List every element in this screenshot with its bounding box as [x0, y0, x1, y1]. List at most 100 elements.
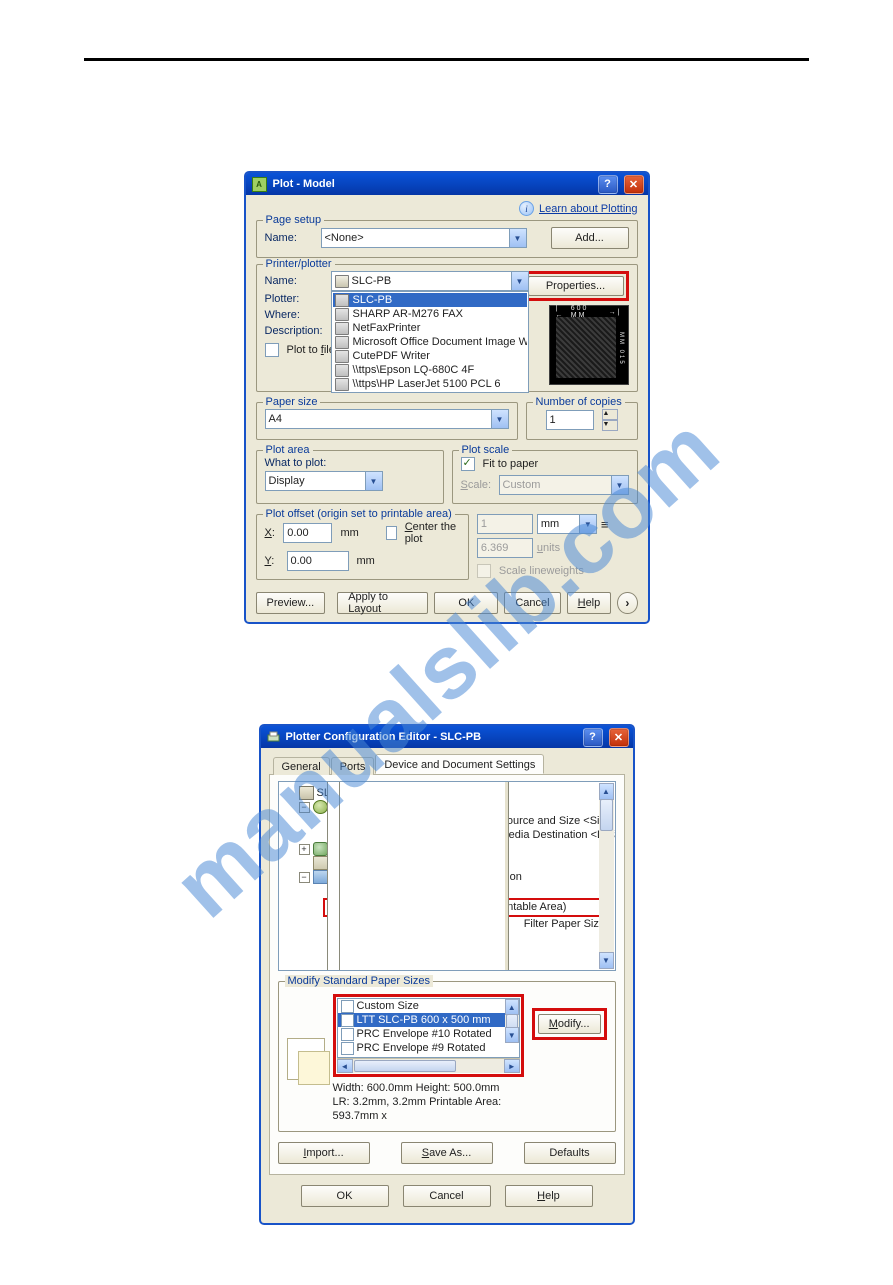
units-label: units [537, 542, 560, 554]
scroll-up-icon[interactable]: ▲ [505, 999, 519, 1015]
y-units: mm [357, 555, 375, 567]
tab-device-document-settings[interactable]: Device and Document Settings [375, 754, 544, 774]
scale-value: Custom [503, 479, 541, 491]
expand-icon[interactable]: + [299, 844, 310, 855]
printer-icon [335, 350, 349, 363]
unit-combo[interactable]: mm ▼ [537, 514, 597, 534]
save-as-button[interactable]: Save As... [401, 1142, 493, 1164]
modify-button[interactable]: Modify... [538, 1014, 601, 1034]
printer-option[interactable]: CutePDF Writer [333, 349, 527, 363]
x-input[interactable]: 0.00 [283, 523, 332, 543]
modify-button-highlight: Modify... [532, 1008, 607, 1040]
page-setup-name-combo[interactable]: <None> ▼ [321, 228, 527, 248]
modify-standard-paper-sizes-group: Modify Standard Paper Sizes Custom Size … [278, 981, 616, 1132]
scroll-left-icon[interactable]: ◄ [337, 1059, 353, 1073]
modify-group-legend: Modify Standard Paper Sizes [285, 975, 433, 987]
defaults-button[interactable]: Defaults [524, 1142, 616, 1164]
list-item[interactable]: Custom Size [338, 999, 519, 1013]
properties-button[interactable]: Properties... [528, 276, 624, 296]
settings-tree[interactable]: SLC-PB −Media Source and Size <Size: Let… [278, 781, 616, 971]
x-units: mm [340, 527, 358, 539]
list-item-selected[interactable]: LTT SLC-PB 600 x 500 mm [338, 1013, 519, 1027]
chevron-down-icon[interactable]: ▼ [511, 272, 528, 290]
printer-option[interactable]: SLC-PB [333, 293, 527, 307]
printer-plotter-group: Printer/plotter Name: SLC-PB ▼ [256, 264, 638, 392]
paper-size-combo[interactable]: A4 ▼ [265, 409, 509, 429]
fit-to-paper-checkbox[interactable] [461, 457, 475, 471]
close-title-button[interactable]: ✕ [609, 728, 629, 747]
plot-to-file-checkbox[interactable] [265, 343, 279, 357]
scroll-icon [313, 856, 328, 870]
ok-button[interactable]: OK [301, 1185, 389, 1207]
ok-button[interactable]: OK [434, 592, 498, 614]
scroll-down-icon[interactable]: ▼ [505, 1027, 519, 1043]
scroll-down-icon[interactable]: ▼ [599, 952, 614, 969]
titlebar[interactable]: A Plot - Model ? ✕ [246, 173, 648, 195]
checkbox-icon[interactable] [341, 1042, 354, 1055]
center-plot-checkbox[interactable] [386, 526, 397, 540]
help-title-button[interactable]: ? [583, 728, 603, 747]
add-page-setup-button[interactable]: Add... [551, 227, 629, 249]
plotter-config-editor-window: Plotter Configuration Editor - SLC-PB ? … [259, 724, 635, 1225]
checkbox-icon[interactable] [341, 1028, 354, 1041]
page-icon [339, 781, 509, 971]
fit-to-paper-label: Fit to paper [483, 458, 539, 470]
apply-to-layout-button[interactable]: Apply to Layout [337, 592, 428, 614]
tab-ports[interactable]: Ports [331, 757, 375, 775]
printer-name-combo[interactable]: SLC-PB ▼ [331, 271, 529, 291]
printer-option[interactable]: \\ttps\Epson LQ-680C 4F [333, 363, 527, 377]
learn-about-plotting-link[interactable]: Learn about Plotting [539, 203, 637, 215]
chevron-down-icon[interactable]: ▼ [365, 472, 382, 490]
copies-input[interactable]: 1 [546, 410, 594, 430]
paper-sizes-list[interactable]: Custom Size LTT SLC-PB 600 x 500 mm PRC … [337, 998, 520, 1058]
tree-scrollbar[interactable]: ▲ ▼ [599, 783, 614, 969]
y-input[interactable]: 0.00 [287, 551, 349, 571]
checkbox-icon[interactable] [341, 1014, 354, 1027]
printer-option[interactable]: NetFaxPrinter [333, 321, 527, 335]
list-item[interactable]: PRC Envelope #9 Rotated [338, 1041, 519, 1055]
media-icon [313, 800, 328, 814]
equals-icon: ≡ [601, 517, 609, 532]
help-title-button[interactable]: ? [598, 175, 618, 194]
expand-arrow-button[interactable]: › [617, 592, 637, 614]
close-title-button[interactable]: ✕ [624, 175, 644, 194]
what-to-plot-label: What to plot: [265, 457, 435, 469]
help-button[interactable]: Help [505, 1185, 593, 1207]
printer-dropdown-list[interactable]: SLC-PB SHARP AR-M276 FAX NetFaxPrinter M… [331, 291, 529, 393]
preview-button[interactable]: Preview... [256, 592, 326, 614]
chevron-down-icon[interactable]: ▼ [509, 229, 526, 247]
copies-up[interactable]: ▲ [602, 409, 618, 420]
printer-plotter-legend: Printer/plotter [263, 258, 335, 270]
list-highlight: Custom Size LTT SLC-PB 600 x 500 mm PRC … [333, 994, 524, 1077]
cancel-button[interactable]: Cancel [403, 1185, 491, 1207]
scroll-thumb[interactable] [600, 799, 613, 831]
checkbox-icon[interactable] [341, 1000, 354, 1013]
cancel-button[interactable]: Cancel [504, 592, 560, 614]
printer-option[interactable]: SHARP AR-M276 FAX [333, 307, 527, 321]
list-vscrollbar[interactable]: ▲ ▼ [505, 999, 519, 1043]
list-item[interactable]: PRC Envelope #10 Rotated [338, 1027, 519, 1041]
scroll-right-icon[interactable]: ► [504, 1059, 520, 1073]
page-setup-name-label: Name: [265, 232, 313, 244]
copies-down[interactable]: ▼ [602, 420, 618, 431]
printer-option[interactable]: Microsoft Office Document Image Writer [333, 335, 527, 349]
copies-value: 1 [550, 414, 556, 426]
scroll-thumb[interactable] [354, 1060, 457, 1072]
collapse-icon[interactable]: − [299, 872, 310, 883]
help-button[interactable]: Help [567, 592, 612, 614]
printer-option[interactable]: \\ttps\HP LaserJet 5100 PCL 6 [333, 377, 527, 391]
what-to-plot-combo[interactable]: Display ▼ [265, 471, 383, 491]
scale-label: Scale: [461, 479, 491, 491]
tab-general[interactable]: General [273, 757, 330, 775]
x-label: X: [265, 527, 276, 539]
plot-area-group: Plot area What to plot: Display ▼ [256, 450, 444, 504]
scroll-up-icon[interactable]: ▲ [599, 783, 614, 800]
import-button[interactable]: Import... [278, 1142, 370, 1164]
chevron-down-icon[interactable]: ▼ [579, 515, 596, 533]
list-hscrollbar[interactable]: ◄ ► [337, 1058, 520, 1073]
chevron-down-icon[interactable]: ▼ [491, 410, 508, 428]
collapse-icon[interactable]: − [299, 802, 310, 813]
page-setup-name-value: <None> [325, 232, 364, 244]
top-rule [84, 58, 809, 61]
titlebar[interactable]: Plotter Configuration Editor - SLC-PB ? … [261, 726, 633, 748]
